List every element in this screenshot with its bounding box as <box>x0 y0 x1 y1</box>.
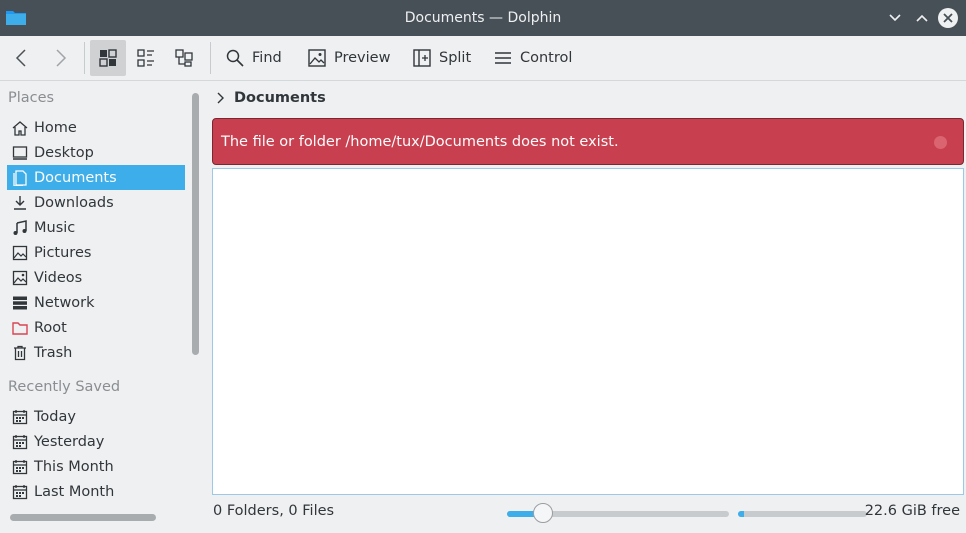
split-button[interactable]: Split <box>413 40 471 76</box>
sidebar-item-videos[interactable]: Videos <box>7 265 185 290</box>
close-message-icon[interactable] <box>934 136 947 149</box>
sidebar-item-downloads[interactable]: Downloads <box>7 190 185 215</box>
calendar-icon <box>12 459 28 475</box>
sidebar-item-label: Documents <box>34 169 117 186</box>
arrow-right-icon <box>56 49 67 67</box>
recent-item-last-month[interactable]: Last Month <box>7 479 185 504</box>
preview-button[interactable]: Preview <box>308 40 390 76</box>
details-view-button[interactable] <box>166 40 202 76</box>
compact-view-button[interactable] <box>128 40 164 76</box>
desktop-icon <box>12 145 28 161</box>
error-message-banner: The file or folder /home/tux/Documents d… <box>212 118 964 165</box>
sidebar-item-label: Trash <box>34 344 73 361</box>
sidebar-item-label: Downloads <box>34 194 114 211</box>
sidebar-item-label: Home <box>34 119 77 136</box>
music-icon <box>12 219 28 236</box>
main-toolbar: Find Preview Split Control <box>0 36 966 81</box>
sidebar-item-label: Network <box>34 294 95 311</box>
recent-item-today[interactable]: Today <box>7 404 185 429</box>
sidebar-item-home[interactable]: Home <box>7 115 185 140</box>
recent-item-label: Today <box>34 408 76 425</box>
forward-button[interactable] <box>42 40 78 76</box>
recently-saved-section-title: Recently Saved <box>8 379 121 395</box>
find-button[interactable]: Find <box>226 40 282 76</box>
places-section-title: Places <box>8 90 55 106</box>
calendar-icon <box>12 484 28 500</box>
title-bar[interactable]: Documents — Dolphin <box>0 0 966 36</box>
control-button[interactable]: Control <box>494 40 572 76</box>
sidebar-item-label: Videos <box>34 269 83 286</box>
split-view-icon <box>413 49 431 67</box>
zoom-slider-handle[interactable] <box>532 503 553 523</box>
chevron-right-icon[interactable] <box>216 92 224 104</box>
sidebar-item-label: Desktop <box>34 144 94 161</box>
grid-view-icon <box>99 49 117 67</box>
downloads-icon <box>12 195 28 211</box>
hamburger-menu-icon <box>495 52 511 64</box>
places-panel: Places Home Desktop Documents Downloads Musi… <box>0 81 206 533</box>
sidebar-item-root[interactable]: Root <box>7 315 185 340</box>
find-label: Find <box>252 50 282 66</box>
search-icon <box>226 49 244 67</box>
preview-label: Preview <box>334 50 391 66</box>
sidebar-item-desktop[interactable]: Desktop <box>7 140 185 165</box>
pictures-icon <box>12 245 28 261</box>
recent-item-this-month[interactable]: This Month <box>7 454 185 479</box>
recent-item-label: This Month <box>34 458 114 475</box>
sidebar-item-label: Pictures <box>34 244 92 261</box>
minimize-button[interactable] <box>884 7 906 29</box>
trash-icon <box>12 345 28 361</box>
network-icon <box>12 295 28 311</box>
status-summary: 0 Folders, 0 Files <box>213 503 335 519</box>
recent-item-label: Last Month <box>34 483 115 500</box>
window-title: Documents — Dolphin <box>404 10 562 26</box>
split-label: Split <box>439 50 472 66</box>
root-folder-icon <box>12 320 28 336</box>
calendar-icon <box>12 434 28 450</box>
file-view-area[interactable] <box>212 168 964 495</box>
sidebar-item-documents[interactable]: Documents <box>7 165 185 190</box>
control-label: Control <box>520 50 573 66</box>
recent-item-yesterday[interactable]: Yesterday <box>7 429 185 454</box>
image-preview-icon <box>308 49 326 67</box>
error-message-text: The file or folder /home/tux/Documents d… <box>221 134 619 150</box>
sidebar-item-label: Music <box>34 219 76 236</box>
recent-item-label: Yesterday <box>34 433 105 450</box>
dolphin-window: Documents — Dolphin Find Preview Split C… <box>0 0 966 533</box>
arrow-left-icon <box>15 49 26 67</box>
breadcrumb-current[interactable]: Documents <box>234 90 326 106</box>
sidebar-item-network[interactable]: Network <box>7 290 185 315</box>
calendar-icon <box>12 409 28 425</box>
used-space-fill <box>738 511 745 517</box>
maximize-button[interactable] <box>911 7 933 29</box>
home-icon <box>12 120 28 136</box>
free-space-text: 22.6 GiB free <box>864 503 960 519</box>
places-horizontal-scrollbar[interactable] <box>10 514 156 521</box>
free-space-bar <box>738 511 867 517</box>
videos-icon <box>12 270 28 286</box>
breadcrumb: Documents <box>212 84 326 112</box>
sidebar-item-label: Root <box>34 319 67 336</box>
icons-view-button[interactable] <box>90 40 126 76</box>
back-button[interactable] <box>4 40 40 76</box>
sidebar-item-trash[interactable]: Trash <box>7 340 185 365</box>
tree-view-icon <box>175 49 193 67</box>
close-window-button[interactable] <box>937 7 959 29</box>
places-vertical-scrollbar[interactable] <box>192 93 199 355</box>
documents-icon <box>12 169 28 186</box>
sidebar-item-music[interactable]: Music <box>7 215 185 240</box>
compact-view-icon <box>137 49 154 67</box>
sidebar-item-pictures[interactable]: Pictures <box>7 240 185 265</box>
